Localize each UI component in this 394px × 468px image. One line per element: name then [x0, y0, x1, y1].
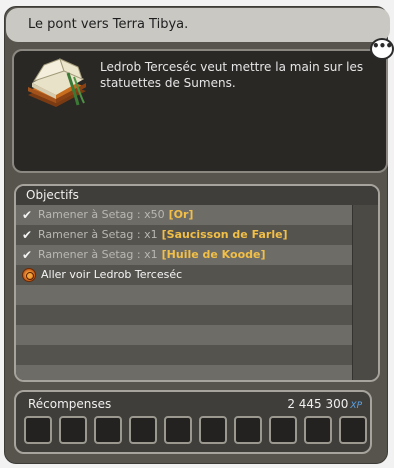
objective-text: Ramener à Setag : x1 [38, 228, 158, 241]
empty-row [16, 365, 352, 380]
rewards-xp: 2 445 300 XP [287, 397, 362, 411]
check-icon: ✔ [22, 208, 33, 222]
open-book-icon [28, 58, 86, 107]
objective-row: ✔ Ramener à Setag : x1 [Saucisson de Far… [16, 225, 352, 245]
objective-item[interactable]: [Or] [169, 205, 194, 225]
check-icon: ✔ [22, 228, 33, 242]
objective-row: ✔ Ramener à Setag : x1 [Huile de Koode] [16, 245, 352, 265]
reward-slot[interactable] [24, 416, 52, 444]
objective-row: ✔ Ramener à Setag : x50 [Or] [16, 205, 352, 225]
quest-title: Le pont vers Terra Tibya. [6, 8, 390, 42]
empty-row [16, 345, 352, 365]
xp-value: 2 445 300 [287, 397, 349, 411]
quest-description: Ledrob Terceséc veut mettre la main sur … [100, 60, 364, 90]
reward-slot[interactable] [94, 416, 122, 444]
empty-row [16, 325, 352, 345]
objectives-box: Objectifs ✔ Ramener à Setag : x50 [Or] ✔… [14, 184, 380, 382]
reward-slot[interactable] [304, 416, 332, 444]
objective-text: Ramener à Setag : x1 [38, 248, 158, 261]
quest-description-box: Ledrob Terceséc veut mettre la main sur … [12, 49, 388, 173]
xp-unit: XP [350, 401, 362, 411]
objective-item[interactable]: [Saucisson de Farle] [162, 225, 288, 245]
speech-bubble-icon[interactable]: ••• [370, 38, 394, 60]
empty-row [16, 285, 352, 305]
objective-text: Aller voir Ledrob Terceséc [41, 268, 183, 281]
objectives-scrollbar[interactable] [352, 205, 378, 380]
rewards-label: Récompenses [28, 397, 112, 411]
action-target-icon[interactable] [22, 268, 36, 282]
reward-slot[interactable] [129, 416, 157, 444]
reward-slots [24, 416, 367, 444]
reward-slot[interactable] [59, 416, 87, 444]
reward-slot[interactable] [199, 416, 227, 444]
reward-slot[interactable] [164, 416, 192, 444]
objective-item[interactable]: [Huile de Koode] [162, 245, 266, 265]
objectives-list: ✔ Ramener à Setag : x50 [Or] ✔ Ramener à… [16, 205, 352, 380]
check-icon: ✔ [22, 248, 33, 262]
empty-row [16, 305, 352, 325]
rewards-box: Récompenses 2 445 300 XP [14, 390, 372, 454]
objectives-header: Objectifs [16, 186, 378, 205]
objective-text: Ramener à Setag : x50 [38, 208, 165, 221]
reward-slot[interactable] [234, 416, 262, 444]
reward-slot[interactable] [339, 416, 367, 444]
reward-slot[interactable] [269, 416, 297, 444]
objective-row-active[interactable]: Aller voir Ledrob Terceséc [16, 265, 352, 285]
